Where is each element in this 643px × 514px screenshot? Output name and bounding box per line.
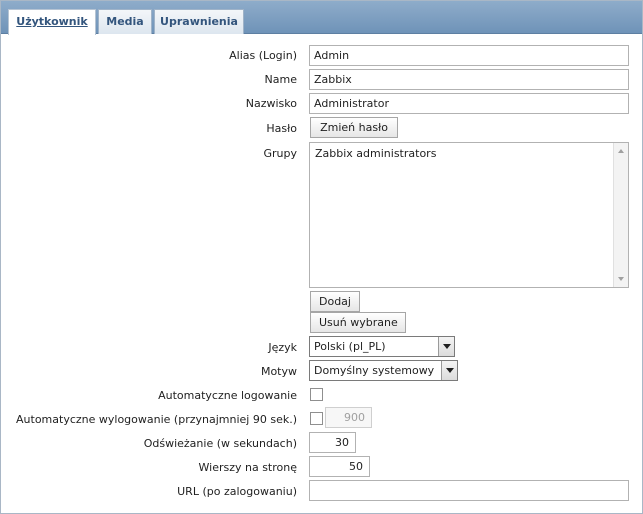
rows-per-page-input[interactable]: 50 — [309, 456, 370, 477]
tab-user[interactable]: Użytkownik — [8, 9, 96, 35]
name-input[interactable]: Zabbix — [309, 69, 629, 90]
theme-value: Domyślny systemowy — [314, 364, 435, 377]
scroll-down-icon[interactable] — [618, 277, 624, 281]
language-select[interactable]: Polski (pl_PL) — [309, 336, 455, 357]
alias-label: Alias (Login) — [229, 49, 297, 62]
surname-label: Nazwisko — [245, 97, 297, 110]
user-form-window: Użytkownik Media Uprawnienia Alias (Logi… — [0, 0, 643, 514]
chevron-down-icon[interactable] — [438, 337, 454, 356]
autologin-label: Automatyczne logowanie — [158, 389, 297, 402]
autologout-seconds-input[interactable]: 900 — [325, 407, 372, 428]
theme-label: Motyw — [260, 365, 297, 378]
language-value: Polski (pl_PL) — [314, 340, 386, 353]
theme-select[interactable]: Domyślny systemowy — [309, 360, 458, 381]
url-input[interactable] — [309, 480, 629, 501]
tab-permissions[interactable]: Uprawnienia — [154, 9, 244, 34]
scroll-up-icon[interactable] — [618, 149, 624, 153]
remove-selected-button[interactable]: Usuń wybrane — [310, 312, 406, 333]
rows-per-page-label: Wierszy na stronę — [198, 461, 298, 474]
autologout-checkbox[interactable] — [310, 412, 323, 425]
url-label: URL (po zalogowaniu) — [177, 485, 297, 498]
add-group-button[interactable]: Dodaj — [310, 291, 360, 312]
refresh-input[interactable]: 30 — [309, 432, 356, 453]
tab-bar: Użytkownik Media Uprawnienia — [1, 1, 642, 35]
groups-label: Grupy — [263, 147, 297, 160]
groups-listbox[interactable]: Zabbix administrators — [309, 142, 629, 288]
tab-media[interactable]: Media — [98, 9, 152, 34]
alias-input[interactable]: Admin — [309, 45, 629, 66]
list-item[interactable]: Zabbix administrators — [315, 147, 436, 160]
groups-scrollbar[interactable] — [613, 143, 628, 287]
language-label: Język — [268, 341, 297, 354]
chevron-down-icon[interactable] — [441, 361, 457, 380]
name-label: Name — [264, 73, 297, 86]
autologin-checkbox[interactable] — [310, 388, 323, 401]
change-password-button[interactable]: Zmień hasło — [310, 117, 398, 138]
surname-input[interactable]: Administrator — [309, 93, 629, 114]
refresh-label: Odświeżanie (w sekundach) — [143, 437, 297, 450]
autologout-label: Automatyczne wylogowanie (przynajmniej 9… — [16, 413, 297, 426]
password-label: Hasło — [266, 122, 297, 135]
